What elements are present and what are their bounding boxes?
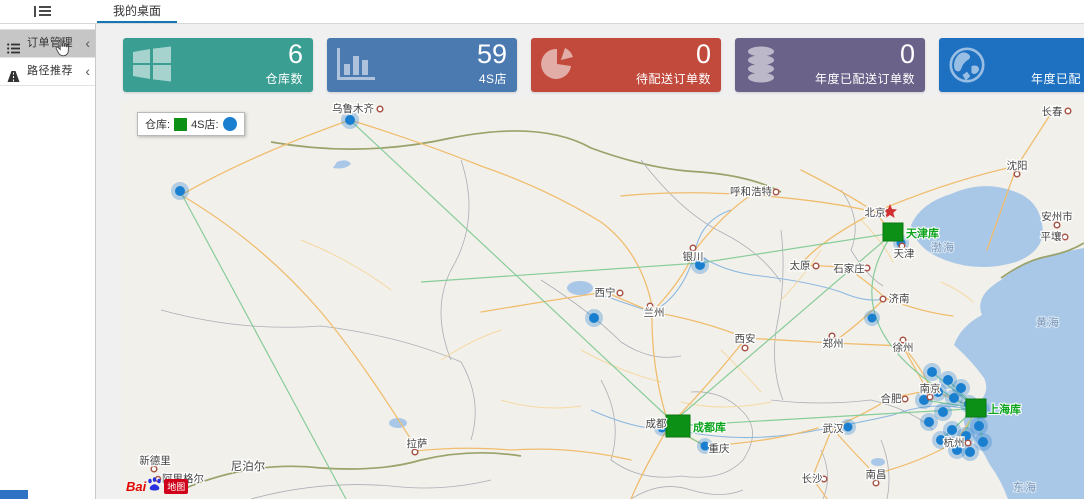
map-label-city: 北京 [865, 206, 886, 219]
warehouse-label: 天津库 [906, 226, 939, 240]
legend-store-label: 4S店: [191, 116, 219, 132]
store-swatch-icon [223, 117, 237, 131]
stat-label: 待配送订单数 [636, 70, 711, 87]
stat-value: 0 [900, 39, 915, 69]
tab-my-desktop[interactable]: 我的桌面 [97, 0, 177, 23]
stat-value: 0 [696, 39, 711, 69]
map-label-city: 呼和浩特 [730, 186, 772, 198]
stat-card-pending-orders: 0 待配送订单数 [531, 38, 721, 92]
map-label-city: 济南 [889, 292, 910, 305]
map-label-sea: 渤海 [931, 240, 955, 254]
map-label-city: 南京 [920, 382, 941, 395]
stat-card-annual-partial: 年度已配 [939, 38, 1084, 92]
map-label-city: 西安 [735, 332, 756, 345]
taskbar-fragment [0, 490, 28, 499]
stat-value: 59 [477, 39, 507, 69]
legend-warehouse-label: 仓库: [145, 116, 170, 132]
top-bar: 我的桌面 [0, 0, 1084, 24]
map-label-city: 长春 [1042, 106, 1064, 118]
map-label-city: 杭州 [944, 436, 965, 449]
chevron-left-icon: ‹ [85, 30, 90, 57]
sidebar-item-label: 订单管理 [27, 37, 73, 49]
sidebar-toggle-button[interactable] [34, 5, 51, 18]
sidebar-item-route-recommendation[interactable]: 路径推荐 ‹ [0, 58, 95, 86]
warehouse-marker-shanghai[interactable] [966, 399, 986, 417]
map-label-foreign: 平壤 [1041, 230, 1063, 243]
qinghai-lake [567, 281, 593, 295]
map-label-city: 沈阳 [1007, 159, 1028, 172]
baidu-logo-text: Bai [126, 479, 146, 494]
map-label-foreign: 新德里 [139, 454, 171, 467]
stat-card-annual-delivered: 0 年度已配送订单数 [735, 38, 925, 92]
stat-card-4s-stores: 59 4S店 [327, 38, 517, 92]
map-label-city: 郑州 [823, 337, 844, 350]
map-label-city: 银川 [683, 250, 704, 263]
store-marker [171, 182, 189, 200]
chevron-left-icon: ‹ [85, 58, 90, 85]
map-label-city: 徐州 [893, 341, 914, 354]
warehouse-swatch-icon [174, 118, 187, 131]
stat-label: 4S店 [479, 70, 507, 87]
baidu-map-canvas[interactable]: 天津库 上海库 成都库 乌鲁木齐 呼和浩特 北京 [121, 100, 1084, 499]
pie-chart-icon [540, 46, 578, 87]
sidebar: 订单管理 ‹ 路径推荐 ‹ [0, 24, 96, 499]
map-label-sea: 东海 [1013, 480, 1037, 494]
stat-card-warehouses: 6 仓库数 [123, 38, 313, 92]
map-label-city: 乌鲁木齐 [332, 102, 374, 115]
map-label-city: 成都 [646, 418, 667, 430]
map-label-sea: 黄海 [1036, 315, 1060, 329]
poyang-lake [871, 458, 885, 466]
map-legend: 仓库: 4S店: [137, 112, 245, 136]
baidu-map-text: 地图 [164, 479, 188, 494]
map-label-city: 太原 [790, 259, 811, 272]
map-label-foreign: 安州市 [1041, 210, 1073, 223]
stat-label: 年度已配送订单数 [815, 70, 915, 87]
store-marker [585, 309, 603, 327]
map-graphics: 天津库 上海库 成都库 乌鲁木齐 呼和浩特 北京 [121, 100, 1084, 499]
sidebar-item-label: 路径推荐 [27, 65, 73, 77]
map-label-city: 拉萨 [407, 437, 428, 450]
map-label-city: 合肥 [881, 392, 902, 405]
store-marker [864, 310, 880, 326]
stat-value: 6 [288, 39, 303, 69]
map-label-city: 兰州 [644, 306, 665, 319]
bar-chart-icon [336, 46, 376, 87]
warehouse-marker-chengdu[interactable] [666, 415, 690, 437]
map-label-foreign: 尼泊尔 [231, 459, 266, 473]
map-label-city: 西宁 [595, 286, 616, 299]
stat-label: 年度已配 [1031, 70, 1081, 87]
map-label-city: 石家庄 [833, 262, 865, 275]
map-label-city: 重庆 [709, 442, 730, 455]
windows-icon [132, 46, 172, 87]
map-label-city: 南昌 [866, 468, 887, 481]
sidebar-item-order-management[interactable]: 订单管理 ‹ [0, 30, 95, 58]
globe-icon [948, 46, 986, 89]
warehouse-label: 上海库 [988, 402, 1021, 416]
baidu-paw-icon [147, 477, 162, 496]
road-icon [7, 66, 20, 93]
database-icon [744, 46, 778, 88]
warehouse-label: 成都库 [693, 420, 726, 434]
baidu-logo[interactable]: Bai 地图 [126, 477, 188, 496]
map-label-city: 天津 [894, 248, 915, 260]
map-label-city: 长沙 [802, 473, 823, 485]
map-label-city: 武汉 [823, 422, 844, 435]
warehouse-marker-tianjin[interactable] [883, 223, 903, 241]
stat-label: 仓库数 [265, 70, 303, 87]
